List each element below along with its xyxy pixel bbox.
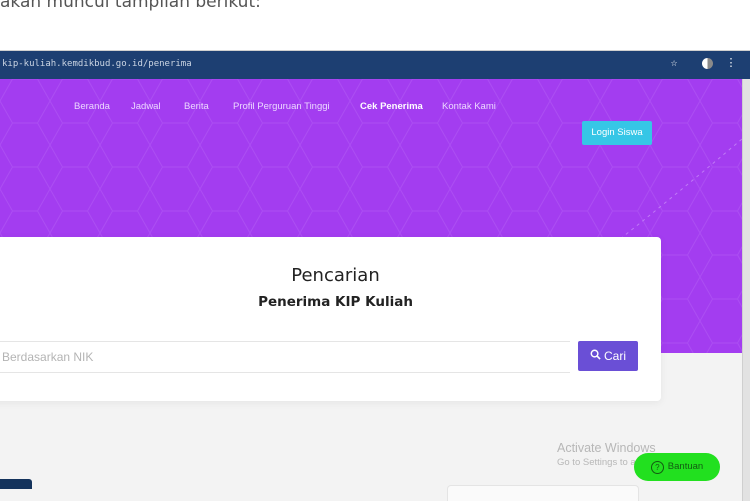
- card-title: Pencarian: [291, 265, 380, 286]
- login-button[interactable]: Login Siswa: [582, 121, 652, 145]
- nav-item-profil-pt[interactable]: Profil Perguruan Tinggi: [233, 101, 330, 112]
- scrollbar[interactable]: [742, 79, 750, 501]
- cari-button[interactable]: Cari: [578, 341, 638, 371]
- help-label: Bantuan: [667, 461, 704, 472]
- kebab-menu-icon[interactable]: ⋮: [724, 56, 738, 70]
- search-card: Pencarian Penerima KIP Kuliah Cari: [0, 237, 661, 401]
- extension-icon[interactable]: [700, 56, 714, 70]
- nav-item-kontak[interactable]: Kontak Kami: [442, 101, 496, 112]
- nik-search-input[interactable]: [0, 342, 572, 372]
- nav-item-jadwal[interactable]: Jadwal: [131, 101, 161, 112]
- article-sentence: akan muncul tampilan berikut:: [0, 0, 261, 12]
- star-icon[interactable]: ☆: [667, 56, 681, 70]
- footer-tab: [0, 479, 32, 489]
- cari-label: Cari: [603, 349, 626, 363]
- nav-item-berita[interactable]: Berita: [184, 101, 209, 112]
- address-bar[interactable]: kip-kuliah.kemdikbud.go.id/penerima ☆ ⋮: [0, 51, 750, 79]
- top-nav: Beranda Jadwal Berita Profil Perguruan T…: [0, 101, 742, 121]
- browser-window: kip-kuliah.kemdikbud.go.id/penerima ☆ ⋮ …: [0, 50, 750, 501]
- nav-item-beranda[interactable]: Beranda: [74, 101, 110, 112]
- card-subtitle: Penerima KIP Kuliah: [258, 294, 413, 310]
- search-row: [0, 341, 572, 373]
- search-icon: [590, 341, 601, 371]
- help-button[interactable]: ? Bantuan: [634, 453, 720, 481]
- help-icon: ?: [650, 461, 664, 474]
- url-text[interactable]: kip-kuliah.kemdikbud.go.id/penerima: [2, 59, 192, 69]
- nav-item-cek-penerima[interactable]: Cek Penerima: [360, 101, 423, 112]
- bottom-card: [447, 485, 639, 501]
- article-text: akan muncul tampilan berikut:: [0, 0, 750, 50]
